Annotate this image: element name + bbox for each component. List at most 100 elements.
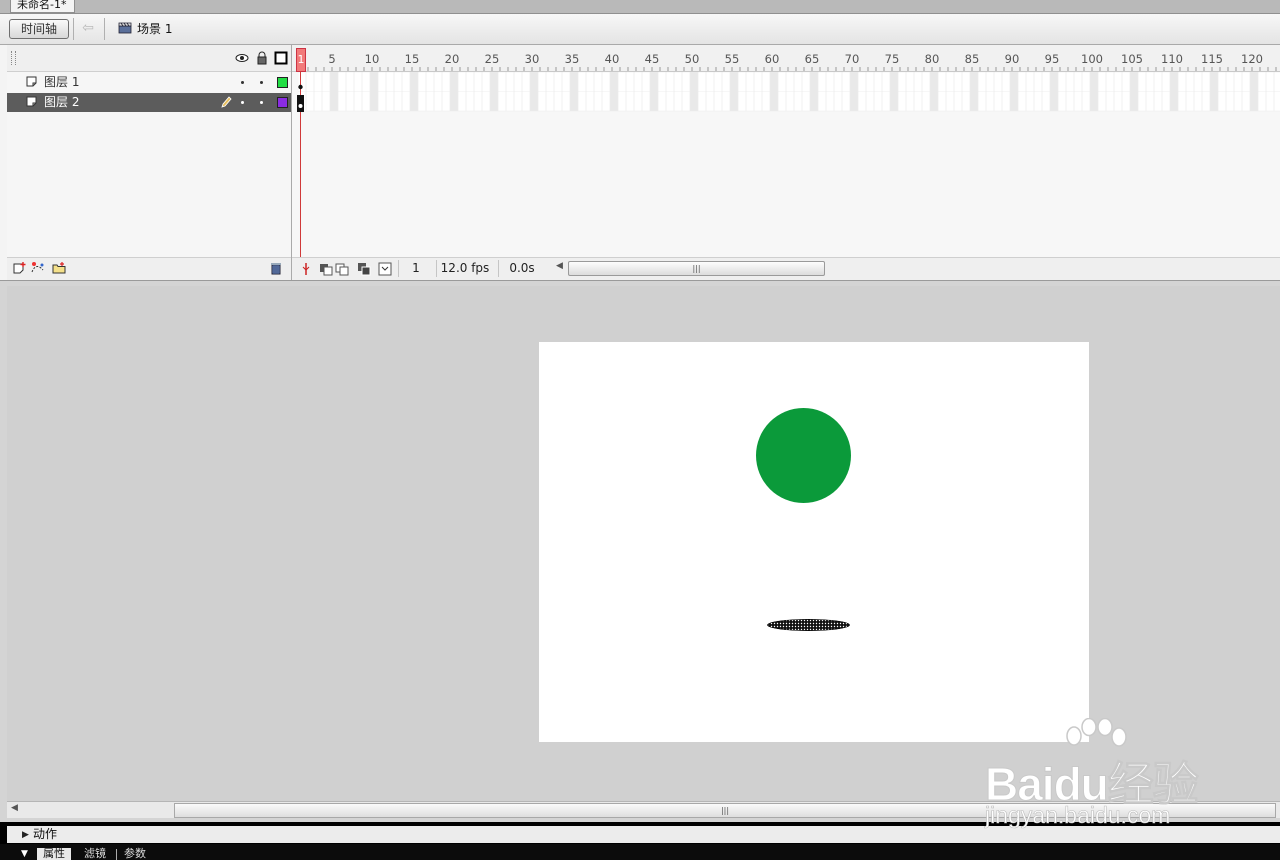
ruler-tick-label: 55 (724, 52, 740, 66)
layer-row-1[interactable]: 图层 1 (7, 73, 291, 92)
layer-page-icon (26, 76, 37, 87)
center-frame-icon[interactable] (300, 262, 312, 276)
onion-skin-icon[interactable] (319, 262, 349, 276)
document-tab-strip: 未命名-1* (0, 0, 1280, 14)
frame-cell[interactable] (689, 72, 699, 112)
actions-panel-title[interactable]: 动作 (33, 826, 57, 843)
pencil-edit-icon (221, 96, 232, 108)
green-ball-shape[interactable] (756, 408, 851, 503)
ruler-tick-label: 30 (524, 52, 540, 66)
tab-filters[interactable]: 滤镜 (84, 848, 106, 860)
playhead-frame-number: 1 (297, 53, 305, 66)
back-arrow-icon[interactable]: ⇦ (80, 20, 96, 36)
ruler-tick-label: 5 (328, 52, 336, 66)
ruler-tick-label: 45 (644, 52, 660, 66)
collapse-triangle-icon[interactable]: ▼ (21, 848, 28, 860)
keyframe-markers (297, 84, 304, 112)
elapsed-time-field: 0.0s (498, 260, 545, 277)
frame-cell[interactable] (1249, 72, 1259, 112)
frame-cell[interactable] (1129, 72, 1139, 112)
edit-bar: 时间轴 ⇦ 场景 1 (0, 14, 1280, 45)
frame-cell[interactable] (569, 72, 579, 112)
document-tab[interactable]: 未命名-1* (10, 0, 76, 13)
timeline-toggle-button[interactable]: 时间轴 (9, 19, 69, 39)
ruler-tick-label: 60 (764, 52, 780, 66)
ruler-tick-label: 110 (1161, 52, 1183, 66)
ruler-tick-label: 115 (1201, 52, 1223, 66)
ruler-tick-label: 80 (924, 52, 940, 66)
frame-ruler[interactable]: 5 10 15 20 25 30 35 40 45 50 55 60 65 70 75 80 85 90 95 100… (292, 45, 1280, 72)
frame-rate-field[interactable]: 12.0 fps (436, 260, 493, 277)
frame-cell[interactable] (1009, 72, 1019, 112)
frame-cell[interactable] (609, 72, 619, 112)
frame-cell[interactable] (449, 72, 459, 112)
frames-area[interactable]: 5 10 15 20 25 30 35 40 45 50 55 60 65 70 75 80 85 90 95 100… (292, 45, 1280, 280)
tab-properties[interactable]: 属性 (37, 848, 71, 860)
ruler-tick-label: 85 (964, 52, 980, 66)
frame-cell[interactable] (369, 72, 379, 112)
frame-cell[interactable] (849, 72, 859, 112)
baidu-jingyan-watermark: Baidu经验 jingyan.baidu.com (975, 718, 1225, 833)
frame-cell[interactable] (969, 72, 979, 112)
layer-footer (7, 257, 291, 280)
current-frame-field[interactable]: 1 (398, 260, 433, 277)
layer-header (7, 45, 291, 72)
frame-cell[interactable] (1049, 72, 1059, 112)
outline-icon[interactable] (274, 51, 288, 65)
modify-onion-markers-icon[interactable] (378, 262, 392, 276)
frame-cell[interactable] (649, 72, 659, 112)
lock-dot[interactable] (260, 101, 263, 104)
scene-clapper-icon (118, 22, 132, 34)
lock-dot[interactable] (260, 81, 263, 84)
ruler-tick-label: 105 (1121, 52, 1143, 66)
frame-cell[interactable] (769, 72, 779, 112)
frame-cell[interactable] (1089, 72, 1099, 112)
tab-parameters[interactable]: 参数 (124, 848, 146, 860)
delete-layer-trash-icon[interactable] (269, 261, 283, 275)
layer-outline-color-swatch[interactable] (277, 77, 288, 88)
separator (104, 18, 105, 40)
visibility-dot[interactable] (241, 101, 244, 104)
ruler-tick-label: 10 (364, 52, 380, 66)
ruler-tick-label: 65 (804, 52, 820, 66)
frame-cell[interactable] (929, 72, 939, 112)
frame-cell[interactable] (489, 72, 499, 112)
frame-cell[interactable] (1209, 72, 1219, 112)
frame-cell[interactable] (529, 72, 539, 112)
lock-icon[interactable] (255, 51, 269, 65)
scroll-left-arrow-icon[interactable]: ◀ (556, 261, 563, 271)
stage-canvas[interactable] (539, 342, 1089, 742)
insert-layer-icon[interactable] (12, 261, 28, 275)
properties-panel-bar: ▼ 属性 滤镜 参数 (0, 844, 1280, 860)
frame-cell[interactable] (329, 72, 339, 112)
layer-outline-color-swatch[interactable] (277, 97, 288, 108)
ruler-tick-label: 100 (1081, 52, 1103, 66)
shadow-ellipse-shape[interactable] (767, 619, 850, 631)
ruler-tick-label: 20 (444, 52, 460, 66)
ruler-tick-label: 40 (604, 52, 620, 66)
ruler-tick-label: 70 (844, 52, 860, 66)
frame-grid[interactable] (298, 72, 1280, 112)
edit-multiple-frames-icon[interactable] (357, 262, 371, 276)
layer-page-icon (26, 96, 37, 107)
frame-cell[interactable] (1169, 72, 1179, 112)
ruler-tick-label: 25 (484, 52, 500, 66)
add-motion-guide-icon[interactable] (30, 261, 46, 275)
ruler-tick-label: 35 (564, 52, 580, 66)
frame-cell[interactable] (889, 72, 899, 112)
scene-label[interactable]: 场景 1 (137, 21, 172, 37)
panel-grip[interactable] (11, 51, 16, 65)
timeline-panel: 图层 1 图层 2 5 10 15 20 25 30 35 40 45 50 5… (0, 45, 1280, 281)
scroll-left-arrow-icon[interactable]: ◀ (11, 803, 18, 813)
frame-cell[interactable] (809, 72, 819, 112)
frame-cell[interactable] (409, 72, 419, 112)
ruler-tick-label: 50 (684, 52, 700, 66)
visibility-dot[interactable] (241, 81, 244, 84)
frame-cell[interactable] (729, 72, 739, 112)
eye-icon[interactable] (235, 51, 249, 65)
layer-row-2[interactable]: 图层 2 (7, 93, 291, 112)
expand-triangle-icon[interactable]: ▶ (22, 829, 29, 841)
insert-folder-icon[interactable] (51, 261, 67, 275)
timeline-scroll-thumb[interactable]: ||| (568, 261, 825, 276)
separator (73, 18, 74, 40)
